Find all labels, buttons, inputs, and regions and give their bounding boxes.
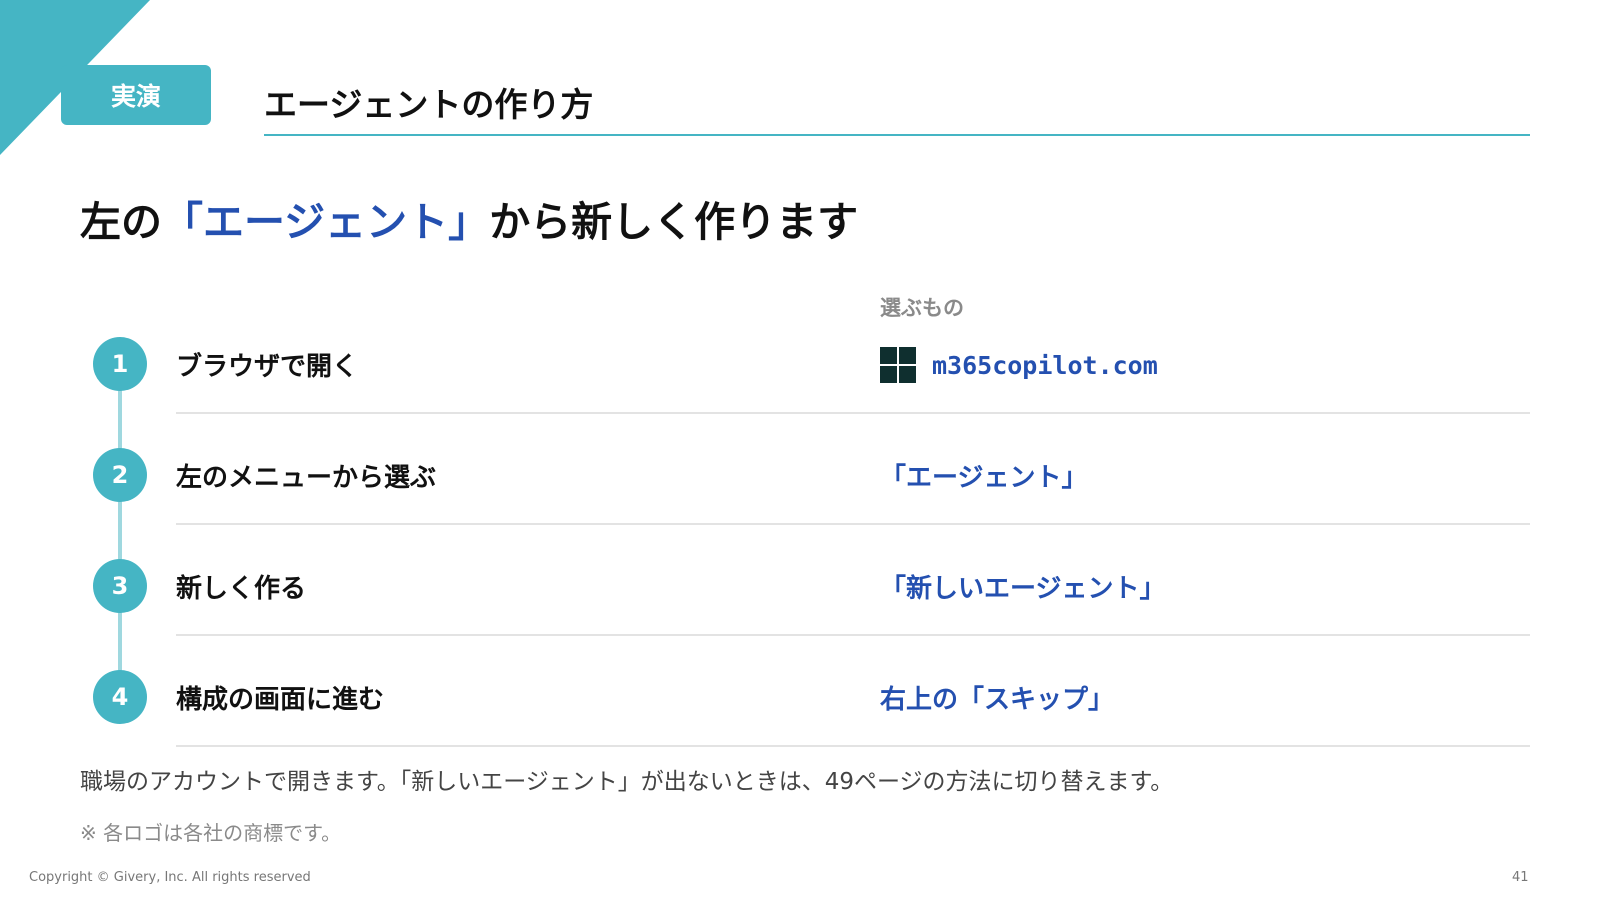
step-number-3: 3 [93,559,147,613]
timeline-connector [118,365,122,695]
step-number-4: 4 [93,670,147,724]
headline-before: 左の [80,198,162,246]
step-label-1: ブラウザで開く [176,352,359,382]
headline: 左の「エージェント」から新しく作ります [80,188,858,248]
step-value-1: m365copilot.com [880,347,1158,383]
trademark-footnote: ※ 各ロゴは各社の商標です。 [80,821,342,845]
title-underline [264,134,1530,136]
row-divider [176,523,1530,525]
page-number: 41 [1512,870,1529,885]
step-label-3: 新しく作る [176,574,307,604]
step-value-2: 「エージェント」 [880,463,1088,493]
windows-logo-icon [880,347,916,383]
url-text: m365copilot.com [932,350,1158,380]
section-badge: 実演 [61,65,211,125]
headline-highlight: 「エージェント」 [162,198,490,246]
copyright: Copyright © Givery, Inc. All rights rese… [29,870,311,885]
step-label-2: 左のメニューから選ぶ [176,463,437,493]
step-number-2: 2 [93,448,147,502]
row-divider [176,745,1530,747]
step-value-4: 右上の「スキップ」 [880,685,1115,715]
step-label-4: 構成の画面に進む [176,685,385,715]
instruction-note: 職場のアカウントで開きます。「新しいエージェント」が出ないときは、49ページの方… [80,769,1174,795]
row-divider [176,634,1530,636]
step-value-3: 「新しいエージェント」 [880,574,1166,604]
headline-after: から新しく作ります [489,198,859,246]
step-number-1: 1 [93,337,147,391]
slide-title: エージェントの作り方 [264,85,594,124]
choice-column-header: 選ぶもの [880,296,964,320]
row-divider [176,412,1530,414]
